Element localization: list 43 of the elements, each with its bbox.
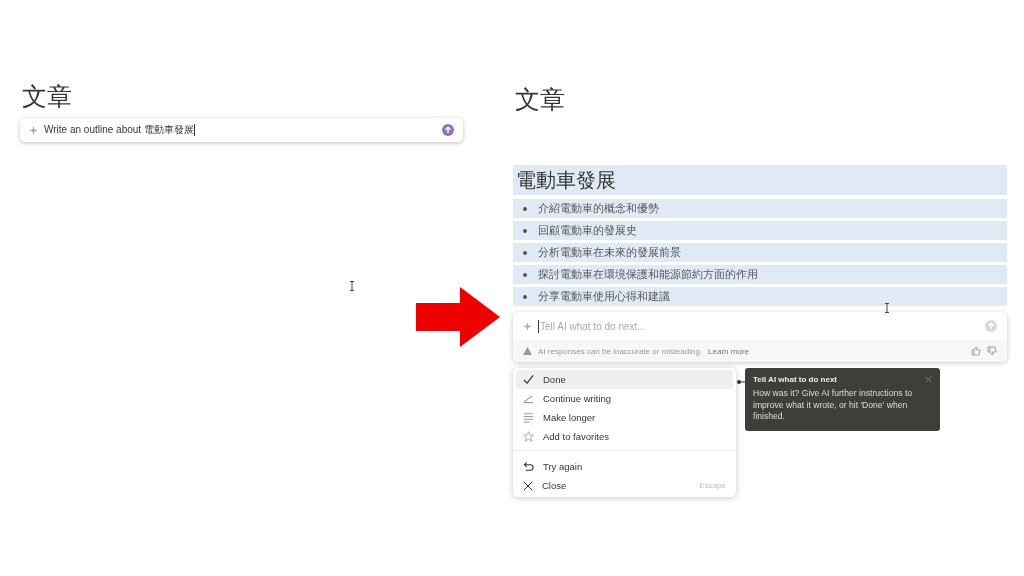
shortcut-hint: Escape <box>699 481 726 490</box>
menu-item[interactable]: Continue writing <box>516 389 733 408</box>
outline-item-text: 分享電動車使用心得和建議 <box>538 289 670 304</box>
bullet-icon <box>523 228 527 233</box>
arrow-icon <box>416 287 500 347</box>
check-icon <box>523 374 534 385</box>
page-title: 文章 <box>515 84 566 115</box>
thumbs-up-icon[interactable] <box>971 346 981 356</box>
outline-item-text: 回顧電動車的發展史 <box>538 223 637 238</box>
sparkle-icon <box>523 321 532 331</box>
text-cursor-icon <box>884 303 890 313</box>
star-icon <box>523 431 534 442</box>
tooltip-title: Tell AI what to do next <box>753 375 837 384</box>
menu-item[interactable]: Try again <box>516 457 733 476</box>
close-icon[interactable] <box>925 376 932 383</box>
bullet-icon <box>523 250 527 255</box>
text-lines-icon <box>523 412 534 423</box>
close-icon <box>523 480 533 491</box>
outline-item-text: 分析電動車在未來的發展前景 <box>538 245 681 260</box>
bullet-icon <box>523 272 527 277</box>
text-cursor-icon <box>349 281 355 291</box>
pen-icon <box>523 393 534 404</box>
bullet-icon <box>523 294 527 299</box>
ai-prompt-field[interactable]: Write an outline about 電動車發展 <box>20 118 463 142</box>
learn-more-link[interactable]: Learn more <box>708 346 749 356</box>
sparkle-icon <box>29 125 38 135</box>
menu-item[interactable]: Add to favorites <box>516 427 733 446</box>
outline-heading: 電動車發展 <box>513 165 1007 195</box>
menu-item[interactable]: Make longer <box>516 408 733 427</box>
send-icon[interactable] <box>442 124 454 136</box>
undo-icon <box>523 461 534 472</box>
menu-item[interactable]: Done <box>516 370 733 389</box>
bullet-icon <box>523 206 527 211</box>
menu-item[interactable]: Close Escape <box>516 476 733 495</box>
disclaimer-text: AI responses can be inaccurate or misleading. <box>538 346 703 356</box>
warning-icon <box>523 347 532 355</box>
outline-item-text: 介紹電動車的概念和優勢 <box>538 201 659 216</box>
ai-input-field[interactable]: Tell AI what to do next... <box>538 319 979 333</box>
prompt-text: Write an outline about 電動車發展 <box>44 123 194 137</box>
tooltip-text: How was it? Give AI further instructions to improve what it wrote, or hit 'Done' when finished. <box>753 388 914 423</box>
outline-item-text: 探討電動車在環境保護和能源節約方面的作用 <box>538 267 758 282</box>
thumbs-down-icon[interactable] <box>987 346 997 356</box>
page-title: 文章 <box>22 81 73 112</box>
